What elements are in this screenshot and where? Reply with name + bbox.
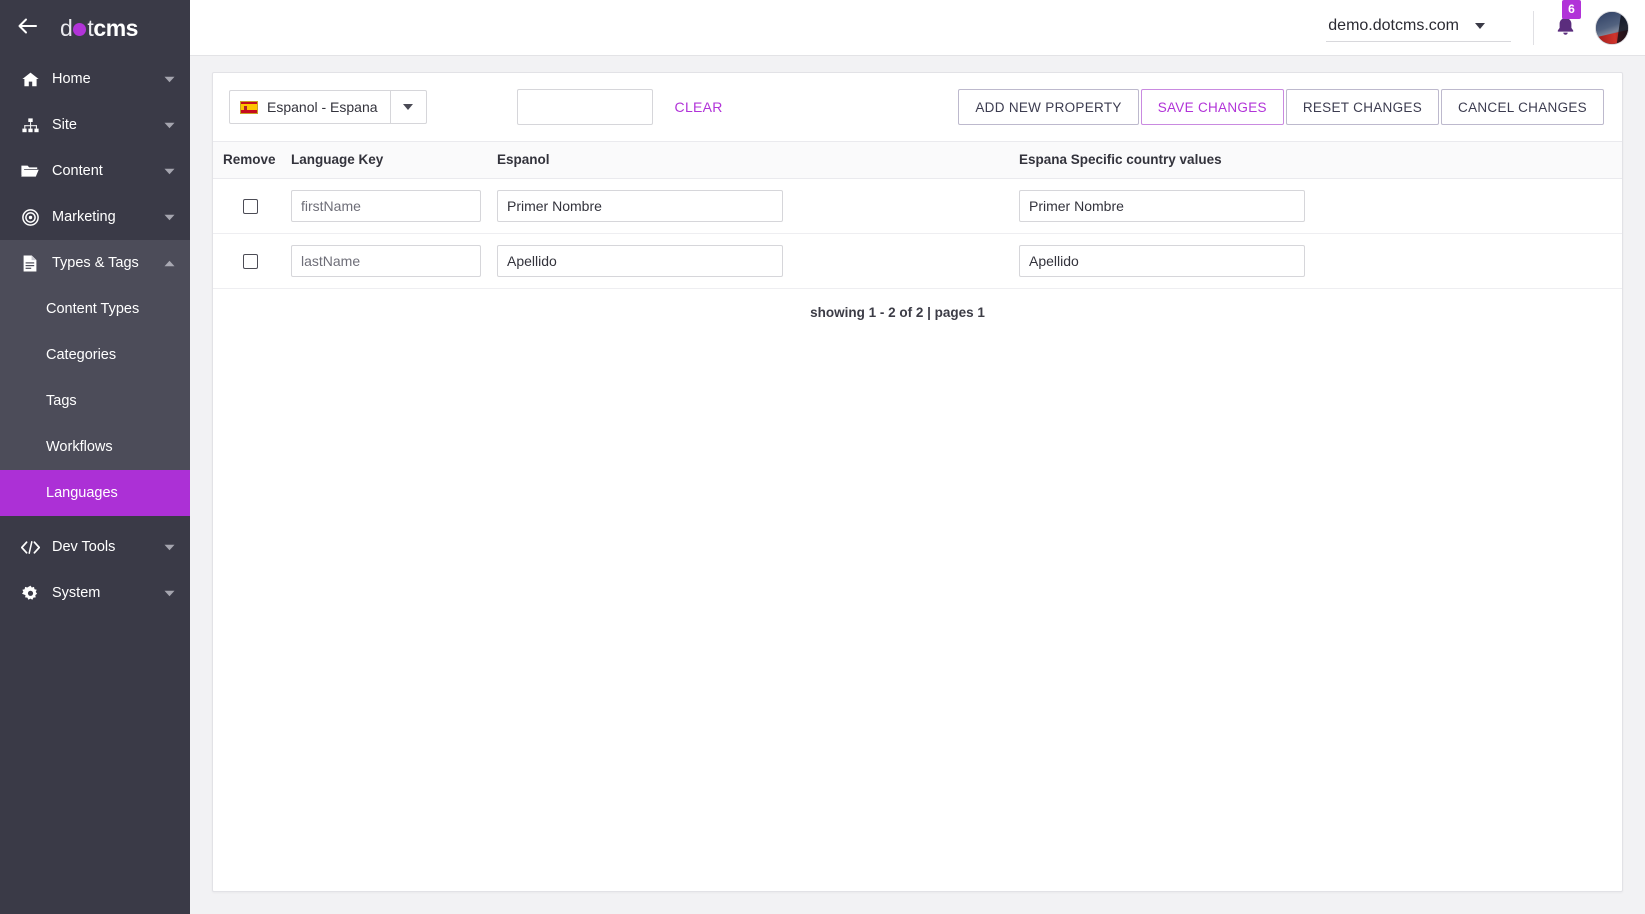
home-icon	[20, 70, 40, 88]
chevron-down-icon[interactable]	[162, 214, 176, 221]
row-key-cell	[291, 245, 497, 277]
notifications-button[interactable]: 6	[1556, 15, 1575, 41]
site-selector[interactable]: demo.dotcms.com	[1326, 13, 1511, 42]
content-area: Espanol - Espana CLEAR ADD NEW PROPERTY …	[190, 56, 1645, 914]
sidebar-item-label: System	[52, 585, 162, 601]
folder-icon	[20, 162, 40, 180]
cancel-changes-button[interactable]: CANCEL CHANGES	[1441, 89, 1604, 125]
target-icon	[20, 208, 40, 226]
sidebar-subitem-label: Workflows	[46, 439, 113, 455]
country-value-input[interactable]	[1019, 245, 1305, 277]
language-key-input[interactable]	[291, 245, 481, 277]
sidebar-item-label: Types & Tags	[52, 255, 162, 271]
sidebar-nav: Home	[0, 56, 190, 914]
avatar[interactable]	[1595, 11, 1629, 45]
sidebar: d t cms Home	[0, 0, 190, 914]
chevron-down-icon[interactable]	[162, 76, 176, 83]
save-changes-button[interactable]: SAVE CHANGES	[1141, 89, 1284, 125]
logo-dot-icon	[73, 23, 86, 36]
sidebar-item-content-types[interactable]: Content Types	[0, 286, 190, 332]
row-key-cell	[291, 190, 497, 222]
row-country-cell	[1019, 245, 1622, 277]
sidebar-item-content[interactable]: Content	[0, 148, 190, 194]
sidebar-item-workflows[interactable]: Workflows	[0, 424, 190, 470]
language-value-input[interactable]	[497, 190, 783, 222]
search-input[interactable]	[517, 89, 653, 125]
languages-toolbar: Espanol - Espana CLEAR ADD NEW PROPERTY …	[213, 73, 1622, 141]
back-arrow-icon[interactable]	[14, 18, 42, 38]
sidebar-item-label: Site	[52, 117, 162, 133]
topbar: demo.dotcms.com 6	[190, 0, 1645, 56]
chevron-up-icon[interactable]	[162, 260, 176, 267]
sidebar-item-label: Home	[52, 71, 162, 87]
row-remove-checkbox[interactable]	[243, 254, 258, 269]
sidebar-item-label: Content	[52, 163, 162, 179]
chevron-down-icon	[403, 104, 413, 110]
languages-panel: Espanol - Espana CLEAR ADD NEW PROPERTY …	[212, 72, 1623, 892]
language-selector-dropdown-button[interactable]	[390, 91, 426, 123]
dotcms-logo[interactable]: d t cms	[60, 15, 138, 42]
row-remove-checkbox[interactable]	[243, 199, 258, 214]
sidebar-subitem-label: Languages	[46, 485, 118, 501]
language-selector-value[interactable]: Espanol - Espana	[230, 91, 390, 123]
code-icon	[20, 538, 40, 556]
table-row	[213, 234, 1622, 289]
column-header-country: Espana Specific country values	[1019, 152, 1622, 167]
row-country-cell	[1019, 190, 1622, 222]
main-area: demo.dotcms.com 6	[190, 0, 1645, 914]
gear-icon	[20, 584, 40, 602]
sidebar-item-categories[interactable]: Categories	[0, 332, 190, 378]
chevron-down-icon[interactable]	[162, 544, 176, 551]
sidebar-item-tags[interactable]: Tags	[0, 378, 190, 424]
sidebar-item-marketing[interactable]: Marketing	[0, 194, 190, 240]
site-name-label: demo.dotcms.com	[1328, 17, 1459, 35]
language-value-input[interactable]	[497, 245, 783, 277]
column-header-language: Espanol	[497, 152, 1019, 167]
chevron-down-icon[interactable]	[162, 590, 176, 597]
notification-badge: 6	[1562, 0, 1581, 19]
sidebar-item-label: Dev Tools	[52, 539, 162, 555]
row-language-cell	[497, 245, 1019, 277]
toolbar-actions: ADD NEW PROPERTY SAVE CHANGES RESET CHAN…	[956, 89, 1604, 125]
logo-d: d	[60, 15, 72, 42]
column-header-remove: Remove	[213, 152, 291, 167]
sitemap-icon	[20, 116, 40, 134]
language-selector[interactable]: Espanol - Espana	[229, 90, 427, 124]
chevron-down-icon	[1475, 23, 1485, 29]
add-new-property-button[interactable]: ADD NEW PROPERTY	[958, 89, 1138, 125]
sidebar-header: d t cms	[0, 0, 190, 56]
sidebar-subitem-label: Categories	[46, 347, 116, 363]
country-value-input[interactable]	[1019, 190, 1305, 222]
chevron-down-icon[interactable]	[162, 122, 176, 129]
chevron-down-icon[interactable]	[162, 168, 176, 175]
sidebar-submenu-types-and-tags: Content Types Categories Tags Workflows …	[0, 286, 190, 516]
document-icon	[20, 254, 40, 272]
sidebar-item-home[interactable]: Home	[0, 56, 190, 102]
sidebar-subitem-label: Tags	[46, 393, 77, 409]
language-variables-table: Remove Language Key Espanol Espana Speci…	[213, 141, 1622, 320]
clear-button[interactable]: CLEAR	[675, 99, 723, 115]
bell-icon	[1556, 23, 1575, 40]
sidebar-subitem-label: Content Types	[46, 301, 139, 317]
row-remove-cell	[213, 199, 291, 214]
table-header-row: Remove Language Key Espanol Espana Speci…	[213, 141, 1622, 179]
app-root: d t cms Home	[0, 0, 1645, 914]
table-row	[213, 179, 1622, 234]
sidebar-item-types-and-tags[interactable]: Types & Tags	[0, 240, 190, 286]
row-language-cell	[497, 190, 1019, 222]
column-header-language-key: Language Key	[291, 152, 497, 167]
topbar-divider	[1533, 11, 1534, 45]
sidebar-item-system[interactable]: System	[0, 570, 190, 616]
logo-cms: cms	[93, 15, 138, 42]
sidebar-item-dev-tools[interactable]: Dev Tools	[0, 524, 190, 570]
reset-changes-button[interactable]: RESET CHANGES	[1286, 89, 1439, 125]
row-remove-cell	[213, 254, 291, 269]
language-key-input[interactable]	[291, 190, 481, 222]
pagination-status: showing 1 - 2 of 2 | pages 1	[173, 289, 1622, 320]
sidebar-item-label: Marketing	[52, 209, 162, 225]
sidebar-item-languages[interactable]: Languages	[0, 470, 190, 516]
spain-flag-icon	[240, 101, 258, 114]
sidebar-item-site[interactable]: Site	[0, 102, 190, 148]
language-selector-label: Espanol - Espana	[267, 99, 378, 115]
